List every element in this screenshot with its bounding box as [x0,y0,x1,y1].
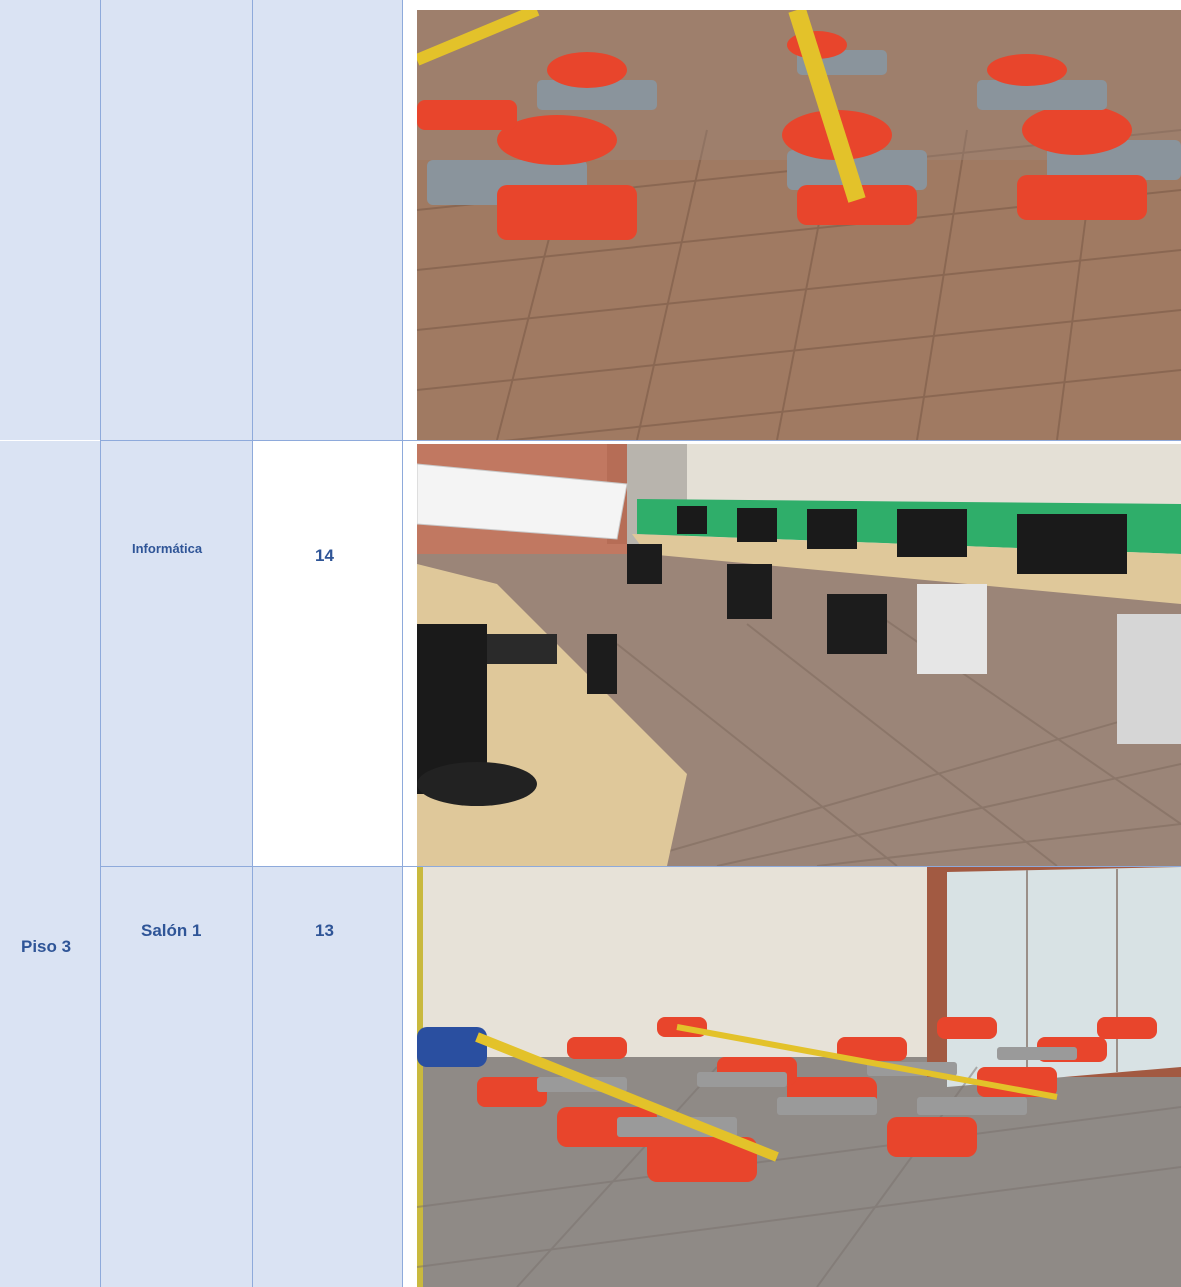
room-cell: Informática [101,441,252,866]
computer-lab-photo [417,444,1181,866]
count-cell [253,0,402,440]
count-cell: 14 [253,441,402,866]
photo-cell [403,867,1181,1287]
count-label: 13 [315,921,334,940]
rooms-table: Informática 14 Salón 1 13 Piso 3 [0,0,1181,1287]
photo-cell [403,441,1181,866]
computer-lab-icon [417,444,1181,866]
classroom-desks-icon [417,10,1181,440]
classroom-photo [417,10,1181,440]
room-label: Informática [132,541,203,556]
count-cell: 13 [253,867,402,1287]
classroom-photo [417,867,1181,1287]
room-label: Salón 1 [141,921,202,940]
grid-line [100,440,1181,441]
grid-line [100,0,101,1287]
classroom-desks-icon [417,867,1181,1287]
room-cell: Salón 1 [101,867,252,1287]
floor-cell [0,0,100,440]
grid-line [100,866,1181,867]
photo-cell [403,0,1181,440]
floor-cell [0,441,100,1287]
grid-line [402,0,403,1287]
count-label: 14 [315,546,334,565]
grid-line [252,0,253,1287]
floor-label: Piso 3 [21,937,72,956]
room-cell [101,0,252,440]
